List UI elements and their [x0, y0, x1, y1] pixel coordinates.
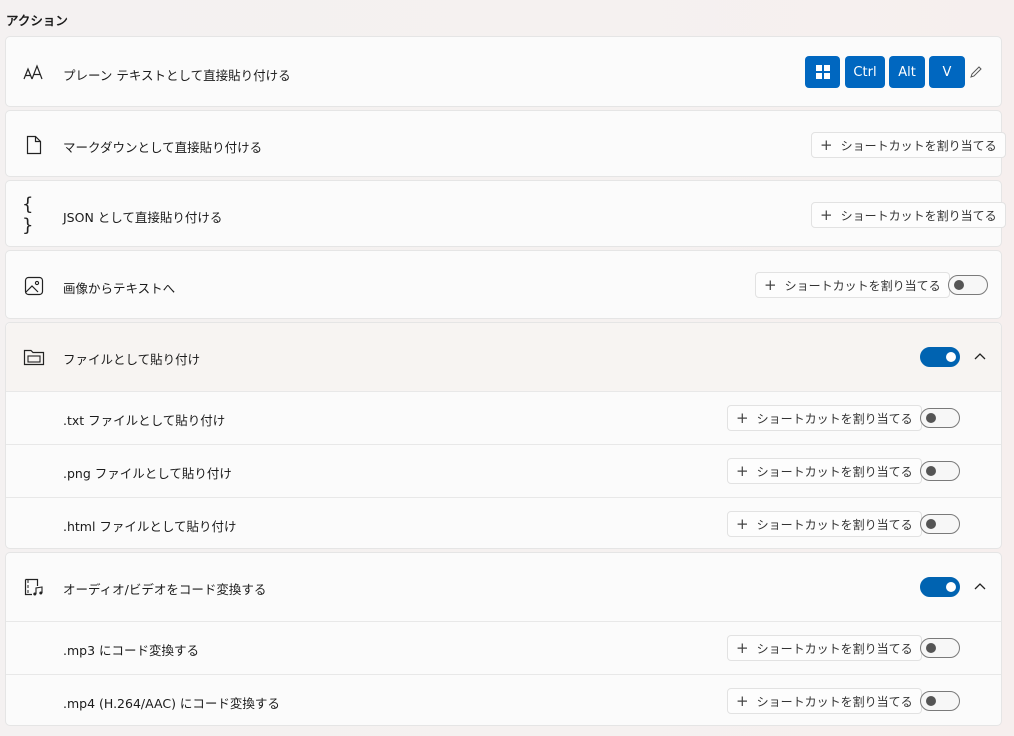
folder-icon [22, 345, 46, 369]
plus-icon: + [764, 275, 777, 294]
html-toggle[interactable] [920, 514, 960, 534]
assign-shortcut-button[interactable]: + ショートカットを割り当てる [811, 202, 1006, 228]
expander-header[interactable]: ファイルとして貼り付け [6, 323, 1001, 391]
mp3-toggle[interactable] [920, 638, 960, 658]
plus-icon: + [736, 408, 749, 427]
sub-action-label: .html ファイルとして貼り付け [63, 519, 237, 534]
txt-toggle[interactable] [920, 408, 960, 428]
key-windows [805, 56, 840, 88]
pencil-icon[interactable] [969, 65, 983, 79]
image-icon [22, 274, 46, 298]
braces-icon: { } [22, 194, 34, 236]
assign-shortcut-button[interactable]: + ショートカットを割り当てる [811, 132, 1006, 158]
plus-icon: + [820, 135, 833, 154]
assign-shortcut-button[interactable]: + ショートカットを割り当てる [727, 688, 922, 714]
list-item: .txt ファイルとして貼り付け + ショートカットを割り当てる [6, 392, 1001, 444]
action-card-json: { } JSON として直接貼り付ける + ショートカットを割り当てる [5, 180, 1006, 247]
plus-icon: + [736, 638, 749, 657]
action-expander-paste-as-file: ファイルとして貼り付け .txt ファイルとして貼り付け + ショートカットを割… [5, 322, 1002, 549]
action-label: ファイルとして貼り付け [63, 352, 201, 367]
sub-action-label: .txt ファイルとして貼り付け [63, 413, 226, 428]
plus-icon: + [736, 514, 749, 533]
chevron-up-icon[interactable] [972, 349, 988, 365]
key-alt: Alt [889, 56, 925, 88]
plus-icon: + [736, 691, 749, 710]
action-label: プレーン テキストとして直接貼り付ける [63, 68, 291, 83]
list-item: .mp3 にコード変換する + ショートカットを割り当てる [6, 622, 1001, 674]
key-v: V [929, 56, 965, 88]
media-file-icon [22, 575, 46, 599]
list-item: .html ファイルとして貼り付け + ショートカットを割り当てる [6, 498, 1001, 550]
png-toggle[interactable] [920, 461, 960, 481]
list-item: .mp4 (H.264/AAC) にコード変換する + ショートカットを割り当て… [6, 675, 1001, 727]
action-card-plain-text: プレーン テキストとして直接貼り付ける Ctrl Alt V [5, 36, 1002, 107]
expander-header[interactable]: オーディオ/ビデオをコード変換する [6, 553, 1001, 621]
assign-shortcut-button[interactable]: + ショートカットを割り当てる [727, 405, 922, 431]
assign-shortcut-button[interactable]: + ショートカットを割り当てる [727, 511, 922, 537]
paste-as-file-toggle[interactable] [920, 347, 960, 367]
assign-shortcut-button[interactable]: + ショートカットを割り当てる [727, 458, 922, 484]
font-size-icon [22, 61, 46, 85]
plus-icon: + [736, 461, 749, 480]
list-item: .png ファイルとして貼り付け + ショートカットを割り当てる [6, 445, 1001, 497]
chevron-up-icon[interactable] [972, 579, 988, 595]
section-title: アクション [6, 13, 68, 28]
windows-logo-icon [815, 65, 830, 79]
action-expander-transcode: オーディオ/ビデオをコード変換する .mp3 にコード変換する + ショートカッ… [5, 552, 1002, 726]
transcode-toggle[interactable] [920, 577, 960, 597]
key-ctrl: Ctrl [845, 56, 885, 88]
action-label: オーディオ/ビデオをコード変換する [63, 582, 267, 597]
assign-shortcut-button[interactable]: + ショートカットを割り当てる [755, 272, 950, 298]
sub-action-label: .mp4 (H.264/AAC) にコード変換する [63, 696, 280, 711]
sub-action-label: .mp3 にコード変換する [63, 643, 200, 658]
plus-icon: + [820, 205, 833, 224]
image-to-text-toggle[interactable] [948, 275, 988, 295]
action-card-markdown: マークダウンとして直接貼り付ける + ショートカットを割り当てる [5, 110, 1006, 177]
action-card-image-to-text: 画像からテキストへ + ショートカットを割り当てる [5, 250, 1002, 319]
mp4-toggle[interactable] [920, 691, 960, 711]
document-icon [22, 133, 46, 157]
assign-shortcut-button[interactable]: + ショートカットを割り当てる [727, 635, 922, 661]
action-label: JSON として直接貼り付ける [63, 210, 223, 225]
action-label: マークダウンとして直接貼り付ける [63, 140, 263, 155]
action-label: 画像からテキストへ [63, 281, 176, 296]
sub-action-label: .png ファイルとして貼り付け [63, 466, 232, 481]
